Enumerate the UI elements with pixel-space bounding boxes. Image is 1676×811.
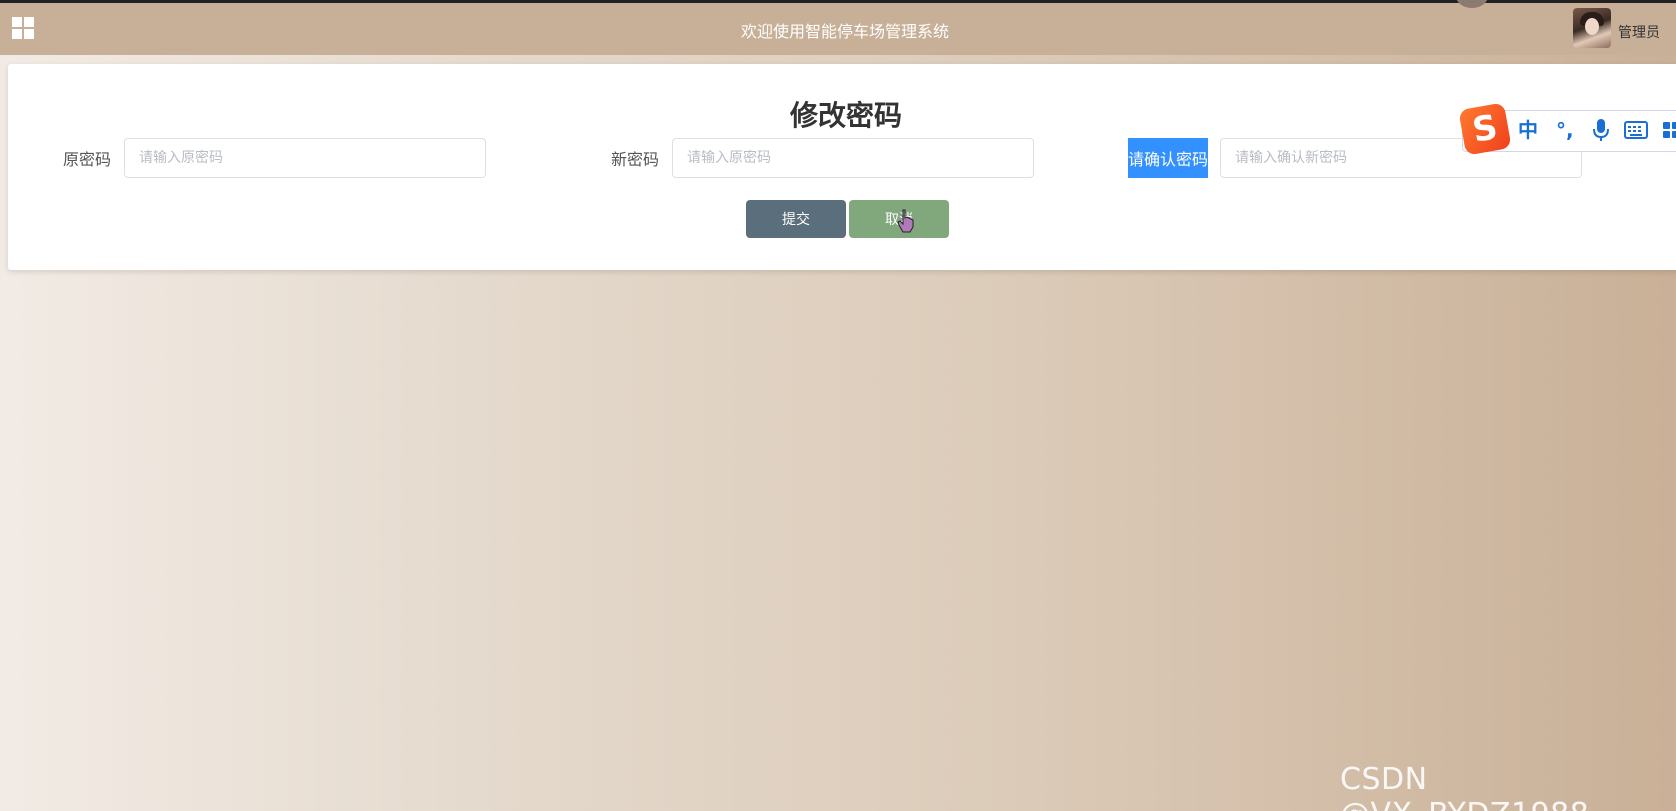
ime-mode-toggle[interactable]: 中 xyxy=(1518,118,1538,142)
avatar[interactable] xyxy=(1573,8,1611,48)
microphone-icon[interactable] xyxy=(1592,118,1610,142)
app-title: 欢迎使用智能停车场管理系统 xyxy=(740,22,949,41)
old-password-label: 原密码 xyxy=(63,150,112,169)
old-password-input[interactable] xyxy=(124,138,486,178)
window-control-icon xyxy=(1456,0,1488,8)
confirm-password-label: 请确认密码 xyxy=(1128,138,1208,178)
new-password-label: 新密码 xyxy=(611,150,660,169)
apps-icon[interactable] xyxy=(1662,121,1676,139)
change-password-card: 修改密码 原密码 新密码 请确认密码 提交 取消 xyxy=(8,64,1676,270)
new-password-input[interactable] xyxy=(672,138,1034,178)
ime-logo-icon[interactable]: S xyxy=(1458,102,1512,156)
ime-punct-toggle[interactable]: °, xyxy=(1556,118,1574,142)
watermark: CSDN @VX_BYDZ1988 xyxy=(1340,762,1589,811)
hand-cursor-icon xyxy=(897,209,914,233)
keyboard-icon[interactable] xyxy=(1624,121,1648,139)
user-name[interactable]: 管理员 xyxy=(1618,22,1660,42)
top-border-line xyxy=(0,0,1676,3)
top-bar: 欢迎使用智能停车场管理系统 管理员 xyxy=(0,0,1676,55)
page-title: 修改密码 xyxy=(789,99,902,132)
submit-button[interactable]: 提交 xyxy=(746,200,846,238)
